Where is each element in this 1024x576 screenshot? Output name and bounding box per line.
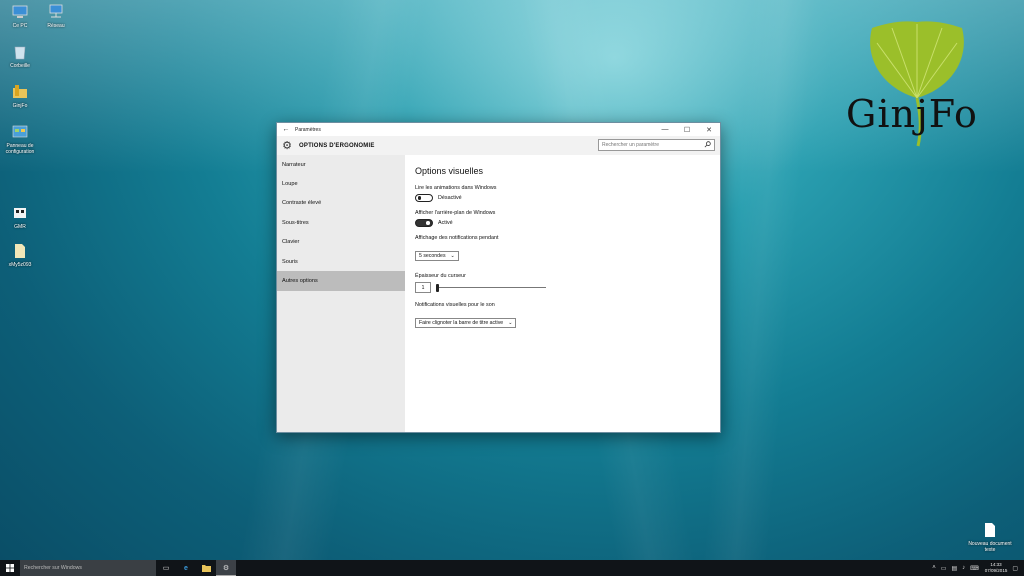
notifications-icon[interactable]: ▢ [1012, 565, 1018, 572]
toggle-knob [417, 196, 422, 200]
toggle-knob [426, 221, 430, 225]
desktop-icon-label: Réseau [47, 23, 65, 29]
cursor-thickness-setting: 1 [415, 282, 720, 293]
desktop-icon-control-panel[interactable]: Panneau de configuration [0, 124, 40, 155]
desktop-icon-new-text-document[interactable]: Nouveau document texte [968, 522, 1012, 553]
search-icon [704, 141, 711, 148]
clock[interactable]: 14:33 07/09/2015 [985, 562, 1008, 574]
logo-text: GinjFo [846, 92, 978, 136]
page-title: OPTIONS D'ERGONOMIE [299, 142, 375, 149]
battery-icon[interactable]: ▭ [941, 565, 947, 572]
dropdown-value: Faire clignoter la barre de titre active [419, 320, 504, 326]
maximize-button[interactable]: ☐ [676, 126, 698, 134]
settings-window: ← Paramètres — ☐ ✕ ⚙ OPTIONS D'ERGONOMIE… [276, 122, 721, 433]
desktop-icon-label: GinjFo [12, 103, 28, 109]
background-toggle[interactable] [415, 219, 433, 227]
cursor-thickness-slider[interactable] [436, 283, 546, 292]
section-heading: Options visuelles [415, 166, 484, 176]
volume-icon[interactable]: ♪ [962, 565, 965, 571]
animations-toggle[interactable] [415, 194, 433, 202]
minimize-button[interactable]: — [654, 126, 676, 133]
sidebar-item-autres-options[interactable]: Autres options [277, 271, 405, 291]
computer-icon [12, 5, 28, 18]
network-icon [49, 4, 63, 18]
slider-thumb[interactable] [436, 283, 439, 292]
window-titlebar: ← Paramètres — ☐ ✕ [277, 123, 720, 136]
start-button[interactable] [0, 560, 20, 576]
ginjfo-logo: GinjFo [842, 18, 992, 148]
sound-notifications-label: Notifications visuelles pour le son [415, 302, 495, 308]
desktop-icon-recycle-bin[interactable]: Corbeille [0, 44, 40, 69]
dropdown-value: 5 secondes [419, 253, 446, 259]
folder-icon [13, 85, 27, 98]
desktop-icon-label: Corbeille [10, 63, 30, 69]
file-icon [14, 208, 26, 218]
back-icon[interactable]: ← [277, 126, 295, 133]
close-button[interactable]: ✕ [698, 126, 720, 134]
edge-browser-icon[interactable]: e [176, 560, 196, 576]
desktop-icon-label: Ce PC [12, 23, 28, 29]
background-state: Activé [438, 220, 453, 226]
background-label: Afficher l'arrière-plan de Windows [415, 210, 496, 216]
desktop-icon-xmy[interactable]: xMy5z093 [0, 243, 40, 268]
sidebar-item-souris[interactable]: Souris [277, 252, 405, 271]
system-tray: ˄ ▭ ▤ ♪ ⌨ 14:33 07/09/2015 ▢ [927, 560, 1018, 576]
text-document-icon [985, 523, 995, 537]
animations-setting: Désactivé [415, 194, 720, 202]
desktop-icon-gmr[interactable]: GMR [0, 205, 40, 230]
settings-header: ⚙ OPTIONS D'ERGONOMIE [277, 136, 720, 155]
sidebar: Narrateur Loupe Contraste élevé Sous-tit… [277, 155, 405, 432]
network-status-icon[interactable]: ▤ [951, 565, 957, 572]
sidebar-item-narrateur[interactable]: Narrateur [277, 155, 405, 174]
slider-track-line [436, 287, 546, 288]
desktop-icon-label: GMR [14, 224, 26, 230]
cursor-thickness-label: Épaisseur du curseur [415, 273, 466, 279]
control-panel-icon [12, 125, 28, 138]
animations-label: Lire les animations dans Windows [415, 185, 497, 191]
desktop-icon-label: Panneau de configuration [5, 143, 35, 155]
search-box[interactable] [598, 139, 715, 151]
desktop-icon-this-pc[interactable]: Ce PC [0, 4, 40, 29]
sidebar-item-sous-titres[interactable]: Sous-titres [277, 213, 405, 232]
task-view-icon[interactable]: ▭ [156, 560, 176, 576]
notifications-label: Affichage des notifications pendant [415, 235, 499, 241]
clock-date: 07/09/2015 [984, 568, 1008, 573]
file-icon [15, 244, 25, 258]
gear-icon: ⚙ [282, 140, 292, 152]
sidebar-item-contraste-eleve[interactable]: Contraste élevé [277, 194, 405, 213]
sidebar-item-clavier[interactable]: Clavier [277, 233, 405, 252]
keyboard-icon[interactable]: ⌨ [970, 565, 979, 572]
animations-state: Désactivé [438, 195, 462, 201]
window-title: Paramètres [295, 126, 321, 133]
search-input[interactable] [602, 142, 702, 148]
chevron-down-icon: ⌄ [450, 253, 455, 259]
desktop-icon-ginjfo[interactable]: GinjFo [0, 84, 40, 109]
desktop-icon-label: Nouveau document texte [968, 541, 1012, 553]
chevron-up-icon[interactable]: ˄ [932, 565, 936, 571]
taskbar-search[interactable]: Rechercher sur Windows [20, 560, 156, 576]
recycle-bin-icon [14, 46, 26, 60]
chevron-down-icon: ⌄ [508, 320, 513, 326]
sidebar-item-loupe[interactable]: Loupe [277, 174, 405, 193]
taskbar: Rechercher sur Windows ▭ e ⚙ ˄ ▭ ▤ ♪ ⌨ 1… [0, 560, 1024, 576]
settings-content: Options visuelles Lire les animations da… [405, 155, 720, 432]
sound-notifications-dropdown[interactable]: Faire clignoter la barre de titre active… [415, 318, 517, 328]
cursor-preview: 1 [415, 282, 431, 293]
settings-taskbar-icon[interactable]: ⚙ [216, 560, 236, 576]
desktop-icon-label: xMy5z093 [8, 262, 32, 268]
desktop-icon-network[interactable]: Réseau [36, 4, 76, 29]
background-setting: Activé [415, 219, 720, 227]
notifications-duration-dropdown[interactable]: 5 secondes ⌄ [415, 251, 459, 261]
file-explorer-icon[interactable] [196, 560, 216, 576]
windows-logo-icon [6, 564, 14, 572]
